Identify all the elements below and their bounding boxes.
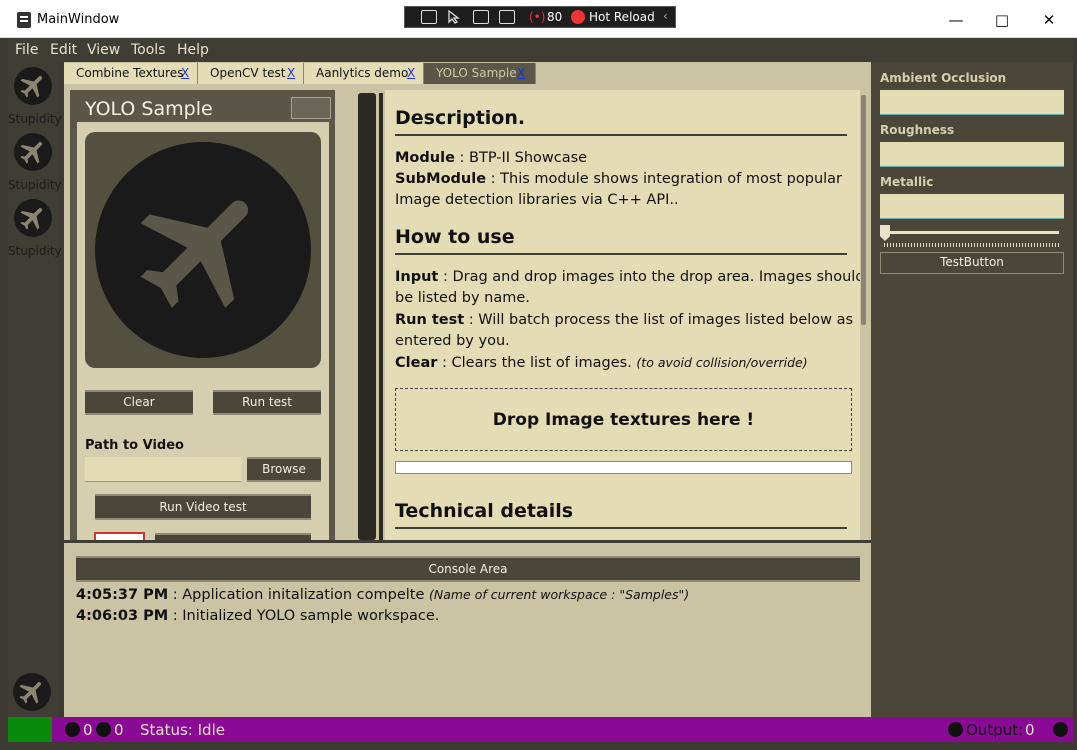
menu-bar: File Edit View Tools Help [8, 38, 1073, 62]
submodule-line-2: Image detection libraries via C++ API.. [395, 192, 679, 208]
airplane-icon [95, 142, 311, 358]
panel-title: YOLO Sample [85, 98, 213, 120]
progress-bar [395, 461, 852, 474]
app-icon [17, 12, 31, 28]
roughness-input[interactable] [880, 142, 1064, 167]
error-count: 0 [83, 721, 93, 739]
output-label: Output: [966, 721, 1024, 739]
tab-strip: Combine Textures X OpenCV test X Aanlyti… [64, 62, 871, 84]
airplane-icon[interactable] [14, 199, 52, 237]
run-video-test-button[interactable]: Run Video test [95, 494, 311, 520]
divider [395, 527, 847, 529]
clear-line: Clear : Clears the list of images. (to a… [395, 355, 808, 371]
binding-failures-icon[interactable]: (•) [529, 10, 545, 24]
log-line: 4:06:03 PM : Initialized YOLO sample wor… [76, 608, 440, 624]
metallic-label: Metallic [880, 175, 934, 189]
module-line: Module : BTP-II Showcase [395, 150, 588, 166]
output-count: 0 [1025, 721, 1035, 739]
tab-combine-textures[interactable]: Combine Textures X [64, 63, 198, 84]
tab-opencv-test[interactable]: OpenCV test X [198, 63, 304, 84]
path-to-video-label: Path to Video [85, 438, 184, 453]
hot-reload-label[interactable]: Hot Reload [589, 10, 655, 24]
tab-close-button[interactable]: X [517, 66, 525, 80]
slider-track[interactable] [880, 231, 1059, 234]
track-focus-icon[interactable] [499, 10, 515, 24]
debug-toolbar: (•) 80 Hot Reload ‹ [404, 6, 676, 28]
tab-close-button[interactable]: X [181, 66, 189, 80]
how-to-use-heading: How to use [395, 226, 515, 248]
minimize-icon[interactable]: — [933, 6, 979, 34]
menu-file[interactable]: File [15, 42, 38, 58]
technical-details-heading: Technical details [395, 500, 574, 522]
input-line-2: be listed by name. [395, 290, 530, 306]
sidebar-item-label[interactable]: Stupidity [8, 112, 62, 126]
tab-label: YOLO Sample [436, 66, 517, 80]
drop-zone[interactable]: Drop Image textures here ! [395, 388, 852, 451]
status-text: Status: Idle [140, 721, 225, 739]
select-element-icon[interactable] [421, 10, 437, 24]
panel-header-box[interactable] [291, 97, 331, 119]
metallic-input[interactable] [880, 194, 1064, 219]
video-preview-box[interactable] [94, 532, 145, 540]
tab-label: Aanlytics demo [316, 66, 409, 80]
slider-ticks [884, 243, 1059, 247]
divider [395, 134, 847, 136]
scrollbar-thumb[interactable] [861, 95, 866, 325]
airplane-icon[interactable] [14, 67, 52, 105]
sidebar-item-label[interactable]: Stupidity [8, 178, 62, 192]
window-title: MainWindow [37, 12, 120, 27]
menu-help[interactable]: Help [177, 42, 209, 58]
menu-edit[interactable]: Edit [50, 42, 77, 58]
left-sidebar: Stupidity Stupidity Stupidity [8, 62, 62, 717]
browse-button[interactable]: Browse [247, 457, 321, 482]
status-indicator [8, 717, 52, 742]
description-heading: Description. [395, 107, 526, 129]
maximize-icon[interactable]: □ [979, 6, 1025, 34]
airplane-icon[interactable] [13, 673, 51, 711]
airplane-icon[interactable] [14, 133, 52, 171]
status-bar: 0 0 Status: Idle Output: 0 [8, 717, 1073, 742]
ambient-occlusion-label: Ambient Occlusion [880, 71, 1007, 85]
clear-button[interactable]: Clear [85, 390, 193, 415]
divider [395, 253, 847, 255]
display-layout-icon[interactable] [473, 10, 489, 24]
splitter-line [379, 93, 383, 540]
collapse-toolbar-icon[interactable]: ‹ [663, 9, 668, 23]
console-title[interactable]: Console Area [76, 556, 860, 582]
splitter-handle[interactable] [358, 93, 376, 540]
output-icon[interactable] [948, 722, 963, 737]
tab-label: OpenCV test [210, 66, 286, 80]
menu-view[interactable]: View [87, 42, 120, 58]
hot-reload-icon [571, 10, 585, 24]
error-icon[interactable] [65, 722, 80, 737]
runtest-line-2: entered by you. [395, 333, 510, 349]
tab-analytics-demo[interactable]: Aanlytics demo X [304, 63, 424, 84]
warning-count: 0 [114, 721, 124, 739]
pointer-icon[interactable] [446, 9, 462, 24]
test-button[interactable]: TestButton [880, 252, 1064, 274]
warning-icon[interactable] [96, 722, 111, 737]
input-line: Input : Drag and drop images into the dr… [395, 269, 865, 285]
menu-tools[interactable]: Tools [131, 42, 166, 58]
ambient-occlusion-input[interactable] [880, 90, 1064, 115]
close-icon[interactable]: ✕ [1026, 6, 1072, 34]
tab-close-button[interactable]: X [407, 66, 415, 80]
tab-label: Combine Textures [76, 66, 184, 80]
sidebar-item-label[interactable]: Stupidity [8, 244, 62, 258]
secondary-button[interactable] [155, 533, 311, 540]
binding-failures-count: 80 [547, 10, 563, 24]
video-path-input[interactable] [85, 457, 241, 482]
log-line: 4:05:37 PM : Application initalization c… [76, 587, 690, 603]
runtest-line: Run test : Will batch process the list o… [395, 312, 854, 328]
roughness-label: Roughness [880, 123, 955, 137]
output-toggle-icon[interactable] [1053, 722, 1068, 737]
tab-close-button[interactable]: X [287, 66, 295, 80]
submodule-line: SubModule : This module shows integratio… [395, 171, 843, 187]
run-test-button[interactable]: Run test [213, 390, 321, 415]
tab-yolo-sample[interactable]: YOLO Sample X [424, 63, 536, 84]
